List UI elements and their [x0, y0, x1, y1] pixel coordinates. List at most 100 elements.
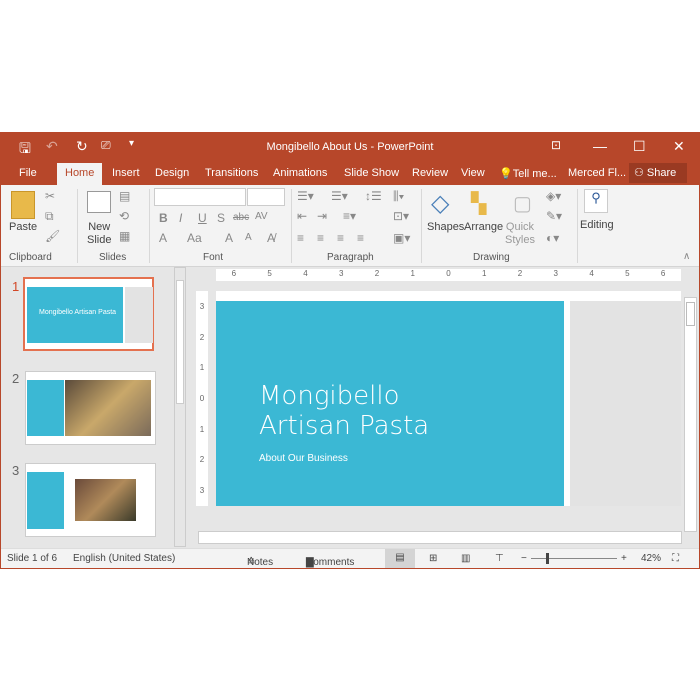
- font-color-button[interactable]: A: [159, 231, 167, 245]
- language-indicator[interactable]: English (United States): [73, 553, 175, 564]
- align-left-icon[interactable]: ≡: [297, 231, 304, 245]
- ruler-tick: 5: [267, 269, 272, 278]
- quick-styles-button[interactable]: Quick Styles: [505, 221, 535, 247]
- columns-icon[interactable]: ≡▾: [343, 209, 356, 223]
- strikethrough-button[interactable]: abc: [233, 212, 249, 223]
- line-spacing-icon[interactable]: ↕☰: [365, 189, 382, 203]
- clear-formatting-icon[interactable]: A̸: [267, 231, 275, 245]
- account-name[interactable]: Merced Fl...: [568, 167, 626, 179]
- shapes-button[interactable]: Shapes: [427, 221, 464, 233]
- ruler-tick: 1: [482, 269, 487, 278]
- char-spacing-button[interactable]: AV: [255, 211, 268, 222]
- tab-file[interactable]: File: [19, 167, 37, 179]
- slide-thumbnail-1[interactable]: 1 Mongibello Artisan Pasta: [1, 277, 171, 359]
- tab-insert[interactable]: Insert: [112, 167, 140, 179]
- italic-button[interactable]: I: [179, 211, 182, 225]
- ruler-tick: 0: [199, 393, 205, 403]
- cut-icon[interactable]: ✂: [45, 189, 55, 203]
- reset-icon[interactable]: ⟲: [119, 209, 129, 223]
- align-right-icon[interactable]: ≡: [337, 231, 344, 245]
- decrease-font-button[interactable]: A: [245, 232, 252, 243]
- bold-button[interactable]: B: [159, 211, 168, 225]
- shape-effects-icon[interactable]: ◐▾: [546, 231, 559, 245]
- reading-view-button[interactable]: ▥: [461, 553, 470, 564]
- close-button[interactable]: ✕: [673, 138, 685, 155]
- fit-to-window-icon[interactable]: ⛶: [672, 553, 679, 564]
- group-clipboard: Clipboard: [9, 252, 52, 263]
- tab-animations[interactable]: Animations: [273, 167, 327, 179]
- tab-slide-show[interactable]: Slide Show: [344, 167, 399, 179]
- ruler-tick: 1: [199, 363, 205, 373]
- powerpoint-window: 🖫 ↶ ↻ ⎚ ▾ Mongibello About Us - PowerPoi…: [0, 132, 700, 569]
- tell-me-search[interactable]: 💡Tell me...: [499, 167, 557, 180]
- tab-review[interactable]: Review: [412, 167, 448, 179]
- thumbnails-scrollbar[interactable]: [174, 267, 186, 547]
- slide-sorter-button[interactable]: ⊞: [429, 553, 437, 564]
- shapes-icon: ◇: [431, 190, 450, 217]
- tab-design[interactable]: Design: [155, 167, 189, 179]
- title-placeholder[interactable]: Mongibello Artisan Pasta About Our Busin…: [216, 301, 564, 506]
- justify-icon[interactable]: ≡: [357, 231, 364, 245]
- arrange-icon: ▚: [471, 193, 487, 215]
- quick-styles-icon: ▢: [513, 193, 532, 215]
- group-slides: Slides: [99, 252, 127, 263]
- status-bar: Slide 1 of 6 English (United States) ≙ N…: [1, 548, 699, 568]
- center-icon[interactable]: ≡: [317, 231, 324, 245]
- section-icon[interactable]: ▦: [119, 229, 130, 243]
- layout-icon[interactable]: ▤: [119, 189, 130, 203]
- font-name-input[interactable]: [154, 188, 246, 206]
- font-size-input[interactable]: [247, 188, 285, 206]
- slide-title[interactable]: Mongibello Artisan Pasta: [259, 381, 499, 441]
- zoom-out-button[interactable]: −: [521, 553, 527, 564]
- slide-thumbnail-3[interactable]: 3: [1, 463, 171, 543]
- editor-horizontal-scrollbar[interactable]: [198, 531, 682, 544]
- pasta-photo: [65, 380, 151, 436]
- increase-indent-icon[interactable]: ⇥: [317, 209, 327, 223]
- editing-button[interactable]: Editing: [580, 219, 614, 231]
- format-painter-icon[interactable]: 🖌: [45, 229, 60, 243]
- slide-thumbnail-2[interactable]: 2: [1, 371, 171, 451]
- bullets-icon[interactable]: ☰▾: [297, 189, 314, 203]
- new-slide-button[interactable]: New Slide: [87, 221, 111, 247]
- ruler-tick: 5: [625, 269, 630, 278]
- ruler-tick: 4: [589, 269, 594, 278]
- copy-icon[interactable]: ⧉: [45, 209, 54, 224]
- thumbnail-title: Mongibello Artisan Pasta: [27, 287, 123, 343]
- editor-vertical-scrollbar[interactable]: [684, 297, 697, 532]
- collapse-ribbon-icon[interactable]: ∧: [683, 251, 690, 262]
- shadow-button[interactable]: S: [217, 211, 225, 225]
- side-panel-shape[interactable]: [570, 301, 681, 506]
- shape-outline-icon[interactable]: ✎▾: [546, 209, 562, 223]
- horizontal-ruler: 6 5 4 3 2 1 0 1 2 3 4 5 6: [216, 269, 681, 281]
- ruler-tick: 2: [517, 269, 523, 278]
- normal-view-button[interactable]: ▤: [385, 549, 415, 568]
- tab-home[interactable]: Home: [57, 163, 103, 185]
- share-button[interactable]: ⚇ Share: [629, 163, 687, 183]
- align-text-icon[interactable]: ⊡▾: [393, 209, 409, 223]
- decrease-indent-icon[interactable]: ⇤: [297, 209, 307, 223]
- ribbon-tabs: File Home Insert Design Transitions Anim…: [1, 161, 699, 185]
- zoom-in-button[interactable]: +: [621, 553, 627, 564]
- text-direction-icon[interactable]: ⫼▾: [393, 189, 404, 204]
- zoom-slider[interactable]: [531, 558, 617, 559]
- slide-subtitle[interactable]: About Our Business: [259, 453, 348, 464]
- numbering-icon[interactable]: ☰▾: [331, 189, 348, 203]
- smartart-icon[interactable]: ▣▾: [393, 231, 410, 245]
- underline-button[interactable]: U: [198, 211, 207, 225]
- ribbon-display-icon[interactable]: ⊡: [551, 138, 561, 152]
- new-slide-icon: [87, 191, 111, 213]
- tab-view[interactable]: View: [461, 167, 485, 179]
- zoom-slider-thumb[interactable]: [546, 553, 549, 564]
- maximize-button[interactable]: ☐: [633, 138, 646, 155]
- shape-fill-icon[interactable]: ◈▾: [546, 189, 561, 203]
- slideshow-button[interactable]: ⊤: [495, 553, 504, 564]
- tab-transitions[interactable]: Transitions: [205, 167, 258, 179]
- change-case-button[interactable]: Aa: [187, 231, 202, 245]
- arrange-button[interactable]: Arrange: [464, 221, 503, 233]
- slide-counter: Slide 1 of 6: [7, 553, 58, 564]
- find-icon: ⚲: [584, 189, 608, 213]
- minimize-button[interactable]: —: [593, 138, 607, 154]
- paste-button[interactable]: Paste: [9, 221, 37, 233]
- increase-font-button[interactable]: A: [225, 231, 233, 245]
- zoom-level[interactable]: 42%: [641, 553, 661, 564]
